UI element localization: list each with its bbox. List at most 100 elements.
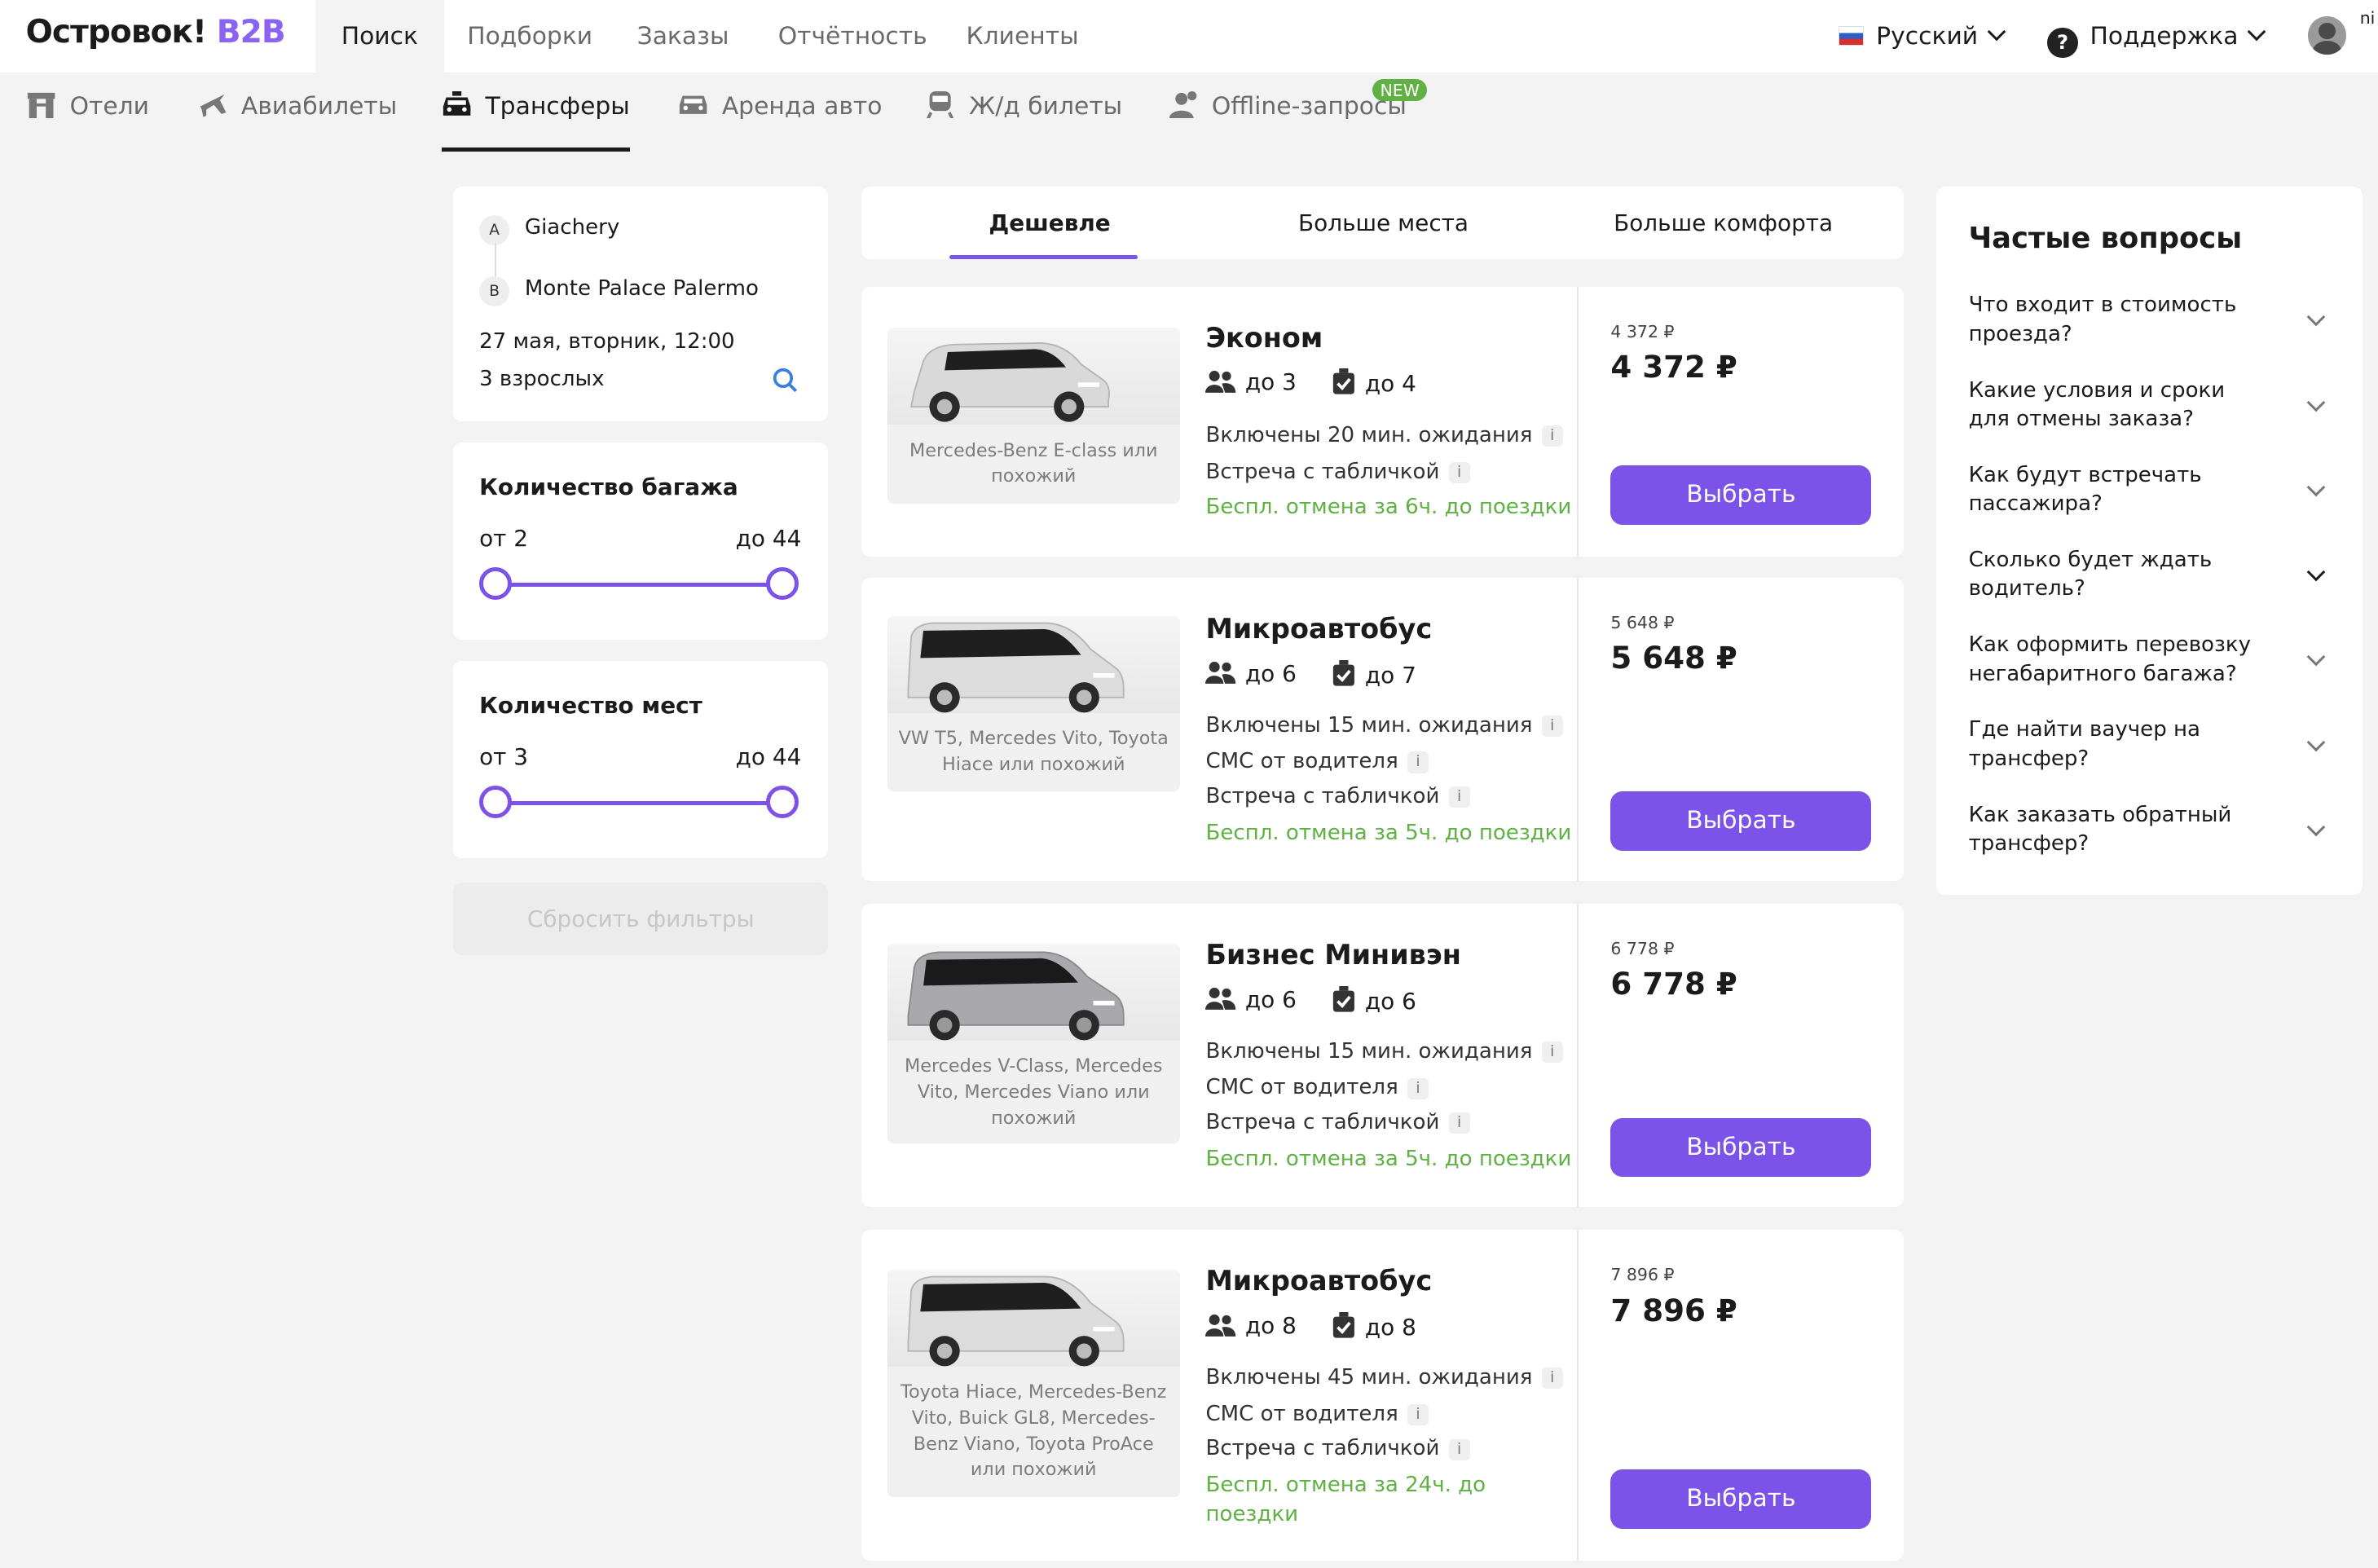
chevron-down-icon[interactable]: [2306, 393, 2326, 412]
luggage-to-label: до 44: [735, 524, 802, 552]
faq-question[interactable]: Как заказать обратный трансфер?: [1969, 801, 2272, 859]
reset-filters-button[interactable]: Сбросить фильтры: [453, 883, 829, 956]
tab-car-rental[interactable]: Аренда авто: [678, 91, 882, 152]
car-photo: [887, 327, 1180, 425]
luggage-value: до 6: [1364, 987, 1416, 1015]
info-icon[interactable]: i: [1541, 425, 1563, 447]
nav-orders[interactable]: Заказы: [637, 0, 729, 73]
car-image-box: Mercedes-Benz E-class или похожий: [887, 327, 1180, 504]
info-icon[interactable]: i: [1448, 462, 1470, 484]
people-icon: [1205, 662, 1236, 685]
train-icon: [927, 90, 954, 119]
faq-question[interactable]: Как оформить перевозку негабаритного баг…: [1969, 631, 2272, 689]
chevron-down-icon[interactable]: [2306, 817, 2326, 837]
car-photo: [887, 1269, 1180, 1367]
offer-divider: [1577, 286, 1579, 557]
faq-question[interactable]: Где найти ваучер на трансфер?: [1969, 716, 2272, 773]
hotel-icon: [27, 92, 55, 119]
people-icon: [1205, 370, 1236, 393]
chevron-down-icon[interactable]: [2306, 308, 2326, 327]
active-sort-indicator: [949, 254, 1138, 260]
car-image-box: Toyota Hiace, Mercedes-Benz Vito, Buick …: [887, 1269, 1180, 1497]
offer-card-economy: Mercedes-Benz E-class или похожий Эконом…: [861, 286, 1904, 557]
passenger-capacity: до 6: [1205, 986, 1297, 1013]
tab-flights[interactable]: Авиабилеты: [197, 91, 397, 152]
nav-clients[interactable]: Клиенты: [966, 0, 1078, 73]
van-icon: [907, 1276, 1125, 1367]
faq-question[interactable]: Сколько будет ждать водитель?: [1969, 546, 2272, 604]
info-icon[interactable]: i: [1448, 1112, 1470, 1134]
search-icon[interactable]: [772, 367, 799, 394]
faq-question[interactable]: Как будут встречать пассажира?: [1969, 461, 2272, 519]
seats-slider-max-handle[interactable]: [765, 785, 799, 818]
select-offer-button[interactable]: Выбрать: [1610, 1117, 1872, 1178]
tab-hotels[interactable]: Отели: [26, 91, 149, 152]
tab-label: Авиабилеты: [240, 91, 398, 121]
tab-trains[interactable]: Ж/д билеты: [925, 90, 1122, 152]
route-line: [494, 242, 496, 276]
sort-cheaper-tab[interactable]: Дешевле: [989, 187, 1110, 259]
luggage-value: до 7: [1364, 661, 1416, 689]
page: Островок! B2B Поиск Подборки Заказы Отчё…: [0, 0, 2378, 1568]
nav-reports[interactable]: Отчётность: [778, 0, 927, 73]
sort-more-comfort-tab[interactable]: Больше комфорта: [1614, 187, 1833, 259]
info-icon[interactable]: i: [1541, 1041, 1563, 1063]
luggage-slider-track[interactable]: [495, 582, 785, 588]
info-icon[interactable]: i: [1407, 1403, 1429, 1425]
faq-title: Частые вопросы: [1968, 221, 2243, 255]
info-icon[interactable]: i: [1448, 786, 1470, 808]
seats-to-label: до 44: [735, 742, 802, 770]
chevron-down-icon[interactable]: [2306, 733, 2326, 751]
chevron-down-icon: [1987, 22, 2006, 41]
sort-more-space-tab[interactable]: Больше места: [1298, 187, 1469, 259]
info-icon[interactable]: i: [1541, 715, 1563, 737]
faq-question[interactable]: Какие условия и сроки для отмены заказа?: [1969, 377, 2272, 434]
chevron-down-icon[interactable]: [2306, 648, 2326, 667]
price-secondary: 6 778 ₽: [1610, 938, 1675, 958]
car-models-caption: Mercedes-Benz E-class или похожий: [909, 439, 1158, 487]
free-cancellation-text: Беспл. отмена за 24ч. до поездки: [1205, 1473, 1486, 1526]
passenger-count: 3 взрослых: [479, 367, 605, 392]
feature-item: Включены 20 мин. ожидания i: [1205, 423, 1563, 448]
chevron-down-icon[interactable]: [2306, 562, 2326, 582]
support-menu[interactable]: ? Поддержка: [2047, 0, 2266, 73]
tab-transfers[interactable]: Трансферы: [441, 90, 630, 152]
select-offer-button[interactable]: Выбрать: [1610, 465, 1872, 525]
logo[interactable]: Островок! B2B: [26, 14, 286, 51]
nav-search[interactable]: Поиск: [315, 0, 444, 73]
info-icon[interactable]: i: [1407, 1077, 1429, 1099]
feature-label: Включены 20 мин. ожидания: [1205, 423, 1533, 448]
chevron-down-icon[interactable]: [2306, 478, 2326, 497]
airplane-icon: [200, 94, 227, 117]
luggage-value: до 4: [1364, 370, 1416, 398]
faq-question[interactable]: Что входит в стоимость проезда?: [1969, 291, 2272, 349]
point-b-marker: B: [479, 275, 510, 306]
info-icon[interactable]: i: [1448, 1438, 1470, 1460]
luggage-filter-title: Количество багажа: [479, 473, 738, 500]
luggage-capacity: до 6: [1332, 985, 1416, 1015]
seats-slider-track[interactable]: [495, 800, 785, 806]
select-offer-button[interactable]: Выбрать: [1610, 791, 1872, 851]
user-name: ni: [2359, 8, 2376, 29]
luggage-slider-max-handle[interactable]: [765, 567, 799, 600]
nav-collections[interactable]: Подборки: [467, 0, 592, 73]
tab-offline-requests[interactable]: Offline-запросы: [1168, 90, 1407, 152]
language-selector[interactable]: Русский: [1838, 0, 2006, 73]
feature-item: Включены 15 мин. ожидания i: [1205, 1039, 1563, 1064]
info-icon[interactable]: i: [1541, 1368, 1563, 1390]
feature-label: Встреча с табличкой: [1205, 1110, 1440, 1135]
feature-item: Встреча с табличкой i: [1205, 460, 1470, 484]
car-models-caption: Toyota Hiace, Mercedes-Benz Vito, Buick …: [901, 1381, 1167, 1481]
luggage-slider-min-handle[interactable]: [479, 567, 512, 600]
price-secondary: 4 372 ₽: [1610, 321, 1675, 341]
car-icon: [910, 341, 1111, 422]
car-photo: [887, 615, 1180, 713]
feature-item: Включены 15 мин. ожидания i: [1205, 713, 1563, 738]
seats-slider-min-handle[interactable]: [479, 785, 512, 818]
info-icon[interactable]: i: [1407, 751, 1429, 773]
luggage-capacity: до 7: [1332, 659, 1416, 689]
chevron-down-icon: [2247, 22, 2266, 41]
select-offer-button[interactable]: Выбрать: [1610, 1469, 1872, 1529]
price-secondary: 5 648 ₽: [1610, 612, 1675, 632]
avatar[interactable]: [2308, 16, 2346, 55]
